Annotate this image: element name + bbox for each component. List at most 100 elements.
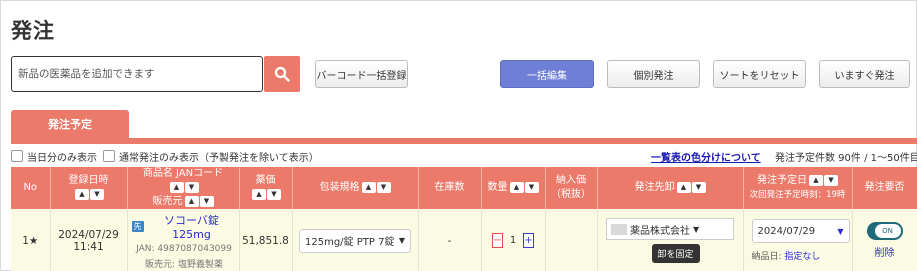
order-now-button[interactable]: いますぐ発注 xyxy=(819,60,910,88)
normal-only-checkbox[interactable] xyxy=(103,150,115,162)
barcode-bulk-register-button[interactable]: バーコード一括登録 xyxy=(315,60,408,88)
header-delivery-price: 納入価 （税抜） xyxy=(545,167,598,209)
header-required-label: 発注要否 xyxy=(864,182,905,193)
header-no: No xyxy=(11,167,51,209)
header-package-label: 包装規格 xyxy=(319,182,360,193)
header-scheduled-label: 発注予定日 xyxy=(757,175,807,186)
scheduled-date-select[interactable]: 2024/07/29 ▼ xyxy=(751,219,850,244)
cell-price: 51,851.8 xyxy=(239,209,293,271)
header-supplier: 発注先卸 ▲ ▼ xyxy=(597,167,744,209)
sort-package[interactable]: ▲ ▼ xyxy=(361,181,391,193)
header-price: 薬価 ▲ ▼ xyxy=(239,167,293,209)
maker: 販売元: 塩野義製薬 xyxy=(145,259,223,270)
header-maker-label: 販売元 xyxy=(152,196,183,207)
sort-registered[interactable]: ▲ ▼ xyxy=(75,188,104,200)
chevron-down-icon: ▼ xyxy=(398,236,405,246)
search-input[interactable] xyxy=(12,57,262,91)
header-quantity-label: 数量 xyxy=(487,182,508,193)
header-stock: 在庫数 xyxy=(418,167,482,209)
search-button[interactable] xyxy=(264,56,300,92)
first-badge: 先 xyxy=(131,220,144,232)
decrement-button[interactable]: − xyxy=(492,233,503,249)
sort-up-icon[interactable]: ▲ xyxy=(184,195,199,207)
package-select[interactable]: 125mg/錠 PTP 7錠 ▼ xyxy=(299,228,411,253)
header-product-label: 商品名 JANコード xyxy=(142,168,224,179)
header-quantity: 数量 ▲ ▼ xyxy=(481,167,546,209)
quantity-value[interactable]: 1 xyxy=(506,235,520,246)
fix-supplier-button[interactable]: 卸を固定 xyxy=(651,244,700,264)
sort-up-icon[interactable]: ▲ xyxy=(509,181,524,193)
delivery-date-value[interactable]: 指定なし xyxy=(784,252,820,262)
sort-down-icon[interactable]: ▼ xyxy=(90,188,104,200)
bulk-edit-button[interactable]: 一括編集 xyxy=(500,60,594,88)
delivery-date: 納品日: 指定なし xyxy=(752,249,850,262)
sort-down-icon[interactable]: ▼ xyxy=(199,195,214,207)
sort-up-icon[interactable]: ▲ xyxy=(809,174,823,186)
product-name-link[interactable]: ソコーバ錠125mg xyxy=(147,212,237,241)
sort-up-icon[interactable]: ▲ xyxy=(252,188,266,200)
supplier-select[interactable]: 薬品株式会社 ▼ xyxy=(606,218,734,241)
sort-scheduled[interactable]: ▲ ▼ xyxy=(809,174,838,186)
sort-product[interactable]: ▲ ▼ xyxy=(169,181,199,193)
delivery-date-label: 納品日: xyxy=(751,252,782,263)
cell-supplier: 薬品株式会社 ▼ 卸を固定 xyxy=(597,209,744,271)
scheduled-date-value: 2024/07/29 xyxy=(757,225,816,237)
header-no-label: No xyxy=(23,182,38,193)
normal-only-label: 通常発注のみ表示（予製発注を除いて表示） xyxy=(119,152,319,164)
order-required-toggle[interactable]: ON xyxy=(866,222,903,241)
today-only-label: 当日分のみ表示 xyxy=(27,152,97,164)
cell-stock: - xyxy=(418,209,482,271)
search-icon xyxy=(274,66,290,82)
sort-down-icon[interactable]: ▼ xyxy=(184,181,199,193)
delete-link[interactable]: 削除 xyxy=(855,244,915,259)
header-price-label: 薬価 xyxy=(255,175,276,186)
header-package: 包装規格 ▲ ▼ xyxy=(292,167,419,209)
cell-no: 1★ xyxy=(11,209,51,271)
cell-registered: 2024/07/29 11:41 xyxy=(50,209,128,271)
sort-down-icon[interactable]: ▼ xyxy=(376,181,391,193)
quantity-stepper: − 1 + xyxy=(492,233,534,249)
chevron-down-icon: ▼ xyxy=(837,226,844,236)
table-row: 1★ 2024/07/29 11:41 先 ソコーバ錠125mg JAN: 49… xyxy=(11,209,917,271)
row-number: 1★ xyxy=(22,234,39,247)
cell-package: 125mg/錠 PTP 7錠 ▼ xyxy=(292,209,419,271)
increment-button[interactable]: + xyxy=(523,233,534,249)
sort-down-icon[interactable]: ▼ xyxy=(524,181,539,193)
sort-down-icon[interactable]: ▼ xyxy=(267,188,281,200)
header-required: 発注要否 xyxy=(852,167,917,209)
color-legend-link[interactable]: 一覧表の色分けについて xyxy=(651,149,761,164)
registered-time: 11:41 xyxy=(73,240,104,253)
page-title: 発注 xyxy=(11,19,55,43)
header-delivery-price-label: 納入価 xyxy=(556,175,586,186)
header-registered-label: 登録日時 xyxy=(68,175,109,186)
sort-up-icon[interactable]: ▲ xyxy=(361,181,376,193)
table-header-row: No 登録日時 ▲ ▼ 商品名 JANコード ▲ ▼ 販売元 ▲ ▼ 薬価 ▲ ▼ 包装規格… xyxy=(11,167,917,209)
sort-up-icon[interactable]: ▲ xyxy=(169,181,184,193)
sort-price[interactable]: ▲ ▼ xyxy=(252,188,281,200)
individual-order-button[interactable]: 個別発注 xyxy=(607,60,700,88)
cell-scheduled: 2024/07/29 ▼ 納品日: 指定なし xyxy=(743,209,853,271)
header-scheduled: 発注予定日 ▲ ▼ 次回発注予定時刻：19時 xyxy=(743,167,853,209)
toggle-knob: ON xyxy=(874,224,901,239)
cell-product: 先 ソコーバ錠125mg JAN: 4987087043099 販売元: 塩野義… xyxy=(127,209,240,271)
cell-delivery-price xyxy=(545,209,598,271)
app-frame: 発注 バーコード一括登録 一括編集 個別発注 ソートをリセット いますぐ発注 発… xyxy=(0,0,917,271)
today-only-checkbox[interactable] xyxy=(11,150,23,162)
header-tax-excluded-label: （税抜） xyxy=(551,189,591,200)
search-field[interactable] xyxy=(11,56,263,92)
sort-down-icon[interactable]: ▼ xyxy=(691,181,706,193)
sort-up-icon[interactable]: ▲ xyxy=(75,188,89,200)
registered-date: 2024/07/29 xyxy=(58,228,119,241)
supplier-name: 薬品株式会社 xyxy=(630,225,690,237)
header-stock-label: 在庫数 xyxy=(434,182,465,193)
sort-supplier[interactable]: ▲ ▼ xyxy=(676,181,706,193)
order-count: 発注予定件数 90件 / 1～50件目 xyxy=(775,153,917,164)
sort-maker[interactable]: ▲ ▼ xyxy=(184,195,214,207)
sort-up-icon[interactable]: ▲ xyxy=(676,181,691,193)
sort-quantity[interactable]: ▲ ▼ xyxy=(509,181,539,193)
stock-count: - xyxy=(447,234,452,247)
tab-order-schedule[interactable]: 発注予定 xyxy=(11,110,129,138)
sort-down-icon[interactable]: ▼ xyxy=(824,174,838,186)
reset-sort-button[interactable]: ソートをリセット xyxy=(713,60,806,88)
order-table: No 登録日時 ▲ ▼ 商品名 JANコード ▲ ▼ 販売元 ▲ ▼ 薬価 ▲ ▼ 包装規格… xyxy=(11,167,917,271)
